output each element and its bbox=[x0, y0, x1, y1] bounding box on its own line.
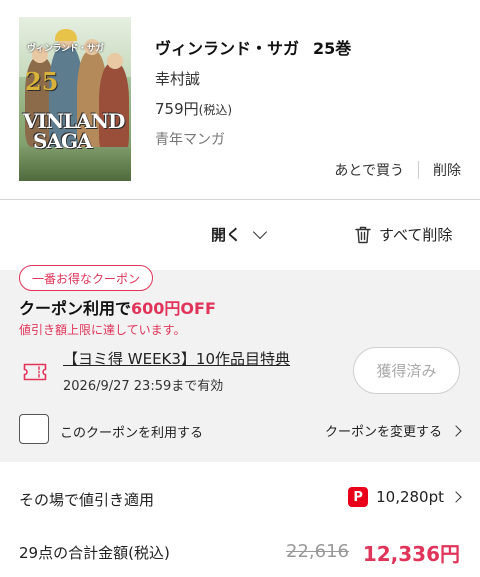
cover-title-text: ヴィンランド・サガ bbox=[27, 44, 104, 54]
cover-volume-number: 25 bbox=[25, 67, 59, 96]
action-separator bbox=[418, 161, 419, 179]
cart-item: ヴィンランド・サガ 25 VINLAND SAGA ヴィンランド・サガ 25巻 幸… bbox=[0, 0, 480, 199]
use-coupon-label[interactable]: このクーポンを利用する bbox=[60, 422, 203, 441]
product-price: 759円(税込) bbox=[155, 98, 232, 119]
price-value: 759円 bbox=[155, 100, 199, 118]
final-total: 12,336円 bbox=[362, 542, 460, 566]
delete-all-label: すべて削除 bbox=[379, 226, 453, 244]
buy-later-link[interactable]: あとで買う bbox=[334, 160, 404, 180]
coupon-discount-amount: 600円OFF bbox=[131, 299, 216, 318]
delete-all-button[interactable]: すべて削除 bbox=[355, 224, 452, 245]
coupon-expiry: 2026/9/27 23:59まで有効 bbox=[63, 379, 224, 394]
points-row: その場で値引き適用 P 10,280pt bbox=[0, 462, 480, 526]
coupon-acquired-button[interactable]: 獲得済み bbox=[353, 347, 460, 394]
trash-icon bbox=[355, 226, 371, 243]
points-value: 10,280pt bbox=[376, 488, 444, 506]
chevron-down-icon bbox=[252, 224, 268, 239]
best-coupon-badge: 一番お得なクーポン bbox=[19, 265, 154, 291]
points-selector[interactable]: P 10,280pt bbox=[348, 487, 462, 507]
book-cover-image[interactable]: ヴィンランド・サガ 25 VINLAND SAGA bbox=[19, 17, 131, 181]
list-controls: 開く すべて削除 bbox=[0, 200, 480, 270]
use-coupon-checkbox[interactable] bbox=[19, 414, 49, 444]
product-volume: 25巻 bbox=[313, 39, 352, 58]
total-label: 29点の合計金額(税込) bbox=[19, 544, 170, 562]
item-actions: あとで買う 削除 bbox=[334, 160, 461, 180]
chevron-right-icon bbox=[450, 491, 462, 503]
total-row: 29点の合計金額(税込) 22,616 12,336円 bbox=[0, 526, 480, 577]
expand-label: 開く bbox=[211, 226, 242, 244]
coupon-headline: クーポン利用で600円OFF bbox=[19, 295, 216, 319]
coupon-headline-prefix: クーポン利用で bbox=[19, 299, 132, 318]
expand-list-button[interactable]: 開く bbox=[211, 224, 268, 245]
change-coupon-link[interactable]: クーポンを変更する bbox=[324, 421, 462, 440]
points-p-icon: P bbox=[348, 487, 369, 507]
chevron-right-icon bbox=[450, 424, 462, 437]
product-author: 幸村誠 bbox=[155, 70, 201, 88]
coupon-section: 一番お得なクーポン クーポン利用で600円OFF 値引き額上限に達しています。 … bbox=[0, 265, 480, 462]
cover-hair bbox=[55, 29, 77, 41]
cover-face bbox=[107, 53, 123, 69]
cover-logo-line2: SAGA bbox=[33, 129, 93, 153]
coupon-name-link[interactable]: 【ヨミ得 WEEK3】10作品目特典 bbox=[63, 348, 290, 369]
coupon-limit-note: 値引き額上限に達しています。 bbox=[19, 323, 186, 337]
delete-item-link[interactable]: 削除 bbox=[433, 160, 461, 180]
coupon-ticket-icon bbox=[23, 363, 47, 381]
points-label: その場で値引き適用 bbox=[19, 491, 155, 509]
original-total: 22,616 bbox=[286, 541, 349, 562]
product-genre: 青年マンガ bbox=[155, 132, 225, 148]
change-coupon-label: クーポンを変更する bbox=[324, 425, 442, 440]
price-tax-note: (税込) bbox=[198, 103, 233, 117]
product-title[interactable]: ヴィンランド・サガ 25巻 bbox=[155, 35, 351, 59]
product-title-text: ヴィンランド・サガ bbox=[155, 39, 300, 58]
